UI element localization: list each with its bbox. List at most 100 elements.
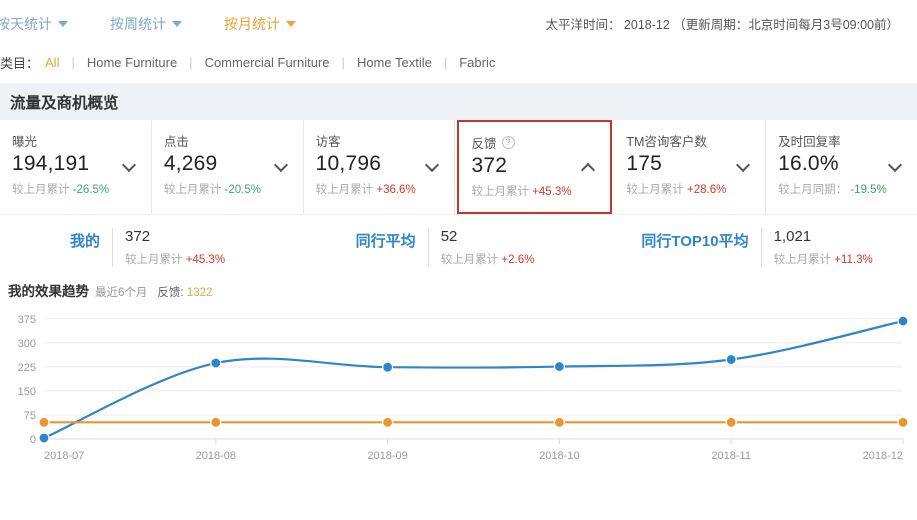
chart-series-line (42, 319, 905, 440)
comparison-row: 我的 372 较上月累计 +45.3% 同行平均 52 较上月累计 +2.6% … (0, 214, 917, 276)
chart-data-point[interactable] (897, 315, 909, 327)
section-title: 流量及商机概览 (10, 94, 119, 112)
chevron-down-icon (58, 20, 68, 27)
category-separator: | (71, 54, 75, 70)
chart-data-point[interactable] (382, 361, 394, 373)
chevron-down-icon[interactable] (737, 160, 751, 169)
metric-delta-label: 较上月同期： (778, 184, 848, 196)
chart-metric-summary: 反馈: 1322 (157, 284, 212, 300)
metric-title-text: TM咨询客户数 (626, 135, 707, 149)
trend-chart-panel: 我的效果趋势 最近6个月 反馈: 1322 0 75 150 225 300 375 201… (0, 276, 917, 467)
x-axis-tick-label: 2018-08 (196, 450, 236, 462)
chart-data-point[interactable] (38, 432, 50, 444)
x-axis-tick-label: 2018-07 (44, 450, 84, 462)
category-separator: | (443, 54, 448, 70)
category-item-all[interactable]: All (45, 55, 59, 70)
metric-title-text: 反馈 (471, 137, 497, 151)
category-item-home-furniture[interactable]: Home Furniture (87, 55, 177, 70)
metric-card-impressions[interactable]: 曝光 194,191 较上月累计 -26.5% (0, 120, 152, 214)
metric-card-title: 及时回复率 (778, 132, 903, 149)
comparison-delta-value: +11.3% (834, 254, 873, 266)
help-icon[interactable]: ? (501, 136, 515, 149)
category-filter-label: 类目： (0, 55, 40, 71)
chevron-down-icon (286, 20, 296, 27)
chart-data-point[interactable] (553, 416, 566, 428)
metric-card-tm-inquiry-customers[interactable]: TM咨询客户数 175 较上月累计 +28.6% (614, 120, 767, 214)
metric-delta-value: -20.5% (224, 184, 261, 196)
metric-delta: 较上月累计 -26.5% (12, 181, 137, 197)
metric-value-row: 175 (626, 152, 751, 176)
metric-card-visitors[interactable]: 访客 10,796 较上月累计 +36.6% (303, 120, 456, 214)
metric-title-text: 曝光 (12, 135, 38, 149)
metric-delta-value: +28.6% (687, 184, 727, 196)
chart-data-point[interactable] (38, 416, 50, 428)
metric-card-title: 点击 (164, 132, 289, 149)
comparison-delta-label: 较上月累计 (440, 254, 499, 266)
y-axis-tick-label: 225 (18, 362, 36, 374)
metric-card-clicks[interactable]: 点击 4,269 较上月累计 -20.5% (151, 120, 304, 214)
comparison-values: 52 较上月累计 +2.6% (427, 228, 535, 267)
metric-delta-label: 较上月累计 (471, 186, 529, 198)
comparison-values: 1,021 较上月累计 +11.3% (760, 228, 873, 267)
comparison-peer-average: 同行平均 52 较上月累计 +2.6% (346, 228, 632, 267)
chart-data-point[interactable] (553, 360, 566, 373)
metric-card-title: TM咨询客户数 (626, 132, 751, 149)
metric-delta: 较上月同期： -19.5% (778, 181, 903, 197)
period-tab-monthly-label: 按月统计 (224, 15, 280, 32)
chevron-down-icon[interactable] (889, 160, 903, 169)
period-tab-weekly-label: 按周统计 (110, 15, 166, 32)
chart-metric-label: 反馈: (157, 287, 184, 299)
chart-data-point[interactable] (725, 416, 737, 428)
period-tab-weekly[interactable]: 按周统计 (110, 14, 182, 34)
chart-data-point[interactable] (210, 416, 222, 428)
y-axis-tick-label: 375 (18, 314, 36, 326)
chart-data-point[interactable] (382, 416, 394, 428)
comparison-value: 372 (125, 228, 151, 245)
chevron-down-icon[interactable] (275, 160, 289, 169)
metric-delta-value: -19.5% (850, 184, 887, 196)
period-tab-monthly[interactable]: 按月统计 (224, 14, 296, 34)
comparison-values: 372 较上月累计 +45.3% (112, 228, 225, 267)
chevron-up-icon[interactable] (582, 162, 596, 171)
metric-delta: 较上月累计 +28.6% (626, 181, 751, 197)
metric-delta: 较上月累计 +45.3% (471, 183, 596, 199)
category-item-fabric[interactable]: Fabric (459, 55, 495, 70)
metric-title-text: 点击 (163, 135, 189, 149)
comparison-label: 同行TOP10平均 (641, 233, 749, 250)
category-item-commercial-furniture[interactable]: Commercial Furniture (205, 55, 330, 70)
chart-data-point[interactable] (210, 357, 222, 369)
category-item-home-textile[interactable]: Home Textile (357, 55, 432, 70)
metric-cards: 曝光 194,191 较上月累计 -26.5% 点击 4,269 较上月累计 -… (0, 120, 917, 214)
comparison-value: 52 (440, 228, 458, 245)
category-separator: | (341, 54, 345, 70)
metric-value-row: 194,191 (12, 152, 137, 176)
period-tab-daily-label: 按天统计 (0, 15, 52, 32)
category-separator: | (189, 54, 193, 70)
metric-card-timely-reply-rate[interactable]: 及时回复率 16.0% 较上月同期： -19.5% (766, 120, 917, 214)
y-axis-tick-label: 75 (24, 410, 36, 422)
chevron-down-icon (172, 20, 182, 27)
metric-delta-value: +36.6% (376, 184, 416, 196)
chevron-down-icon[interactable] (426, 160, 440, 169)
metric-delta-label: 较上月累计 (626, 184, 684, 196)
metric-delta: 较上月累计 +36.6% (316, 181, 441, 197)
metric-value-row: 4,269 (164, 152, 289, 176)
metric-title-text: 及时回复率 (778, 135, 841, 149)
comparison-delta: 较上月累计 +11.3% (774, 251, 873, 267)
chart-data-point[interactable] (897, 416, 909, 428)
comparison-label: 我的 (70, 233, 101, 250)
comparison-delta-value: +2.6% (501, 254, 535, 266)
metric-card-title: 曝光 (12, 132, 137, 149)
time-info-text: 太平洋时间： 2018-12 （更新周期：北京时间每月3号09:00前） (545, 18, 899, 32)
chevron-down-icon[interactable] (123, 160, 137, 169)
chart-metric-value: 1322 (186, 287, 213, 299)
metric-value: 194,191 (12, 152, 90, 175)
x-axis-tick-label: 2018-12 (863, 450, 903, 462)
period-tab-daily[interactable]: 按天统计 (0, 14, 68, 34)
metric-delta: 较上月累计 -20.5% (164, 181, 289, 197)
chart-title: 我的效果趋势 (8, 284, 89, 299)
metric-card-feedback[interactable]: 反馈 ? 372 较上月累计 +45.3% (457, 120, 613, 214)
chart-data-point[interactable] (725, 353, 737, 366)
y-axis-tick-label: 150 (18, 386, 36, 398)
metric-delta-value: +45.3% (532, 186, 572, 198)
